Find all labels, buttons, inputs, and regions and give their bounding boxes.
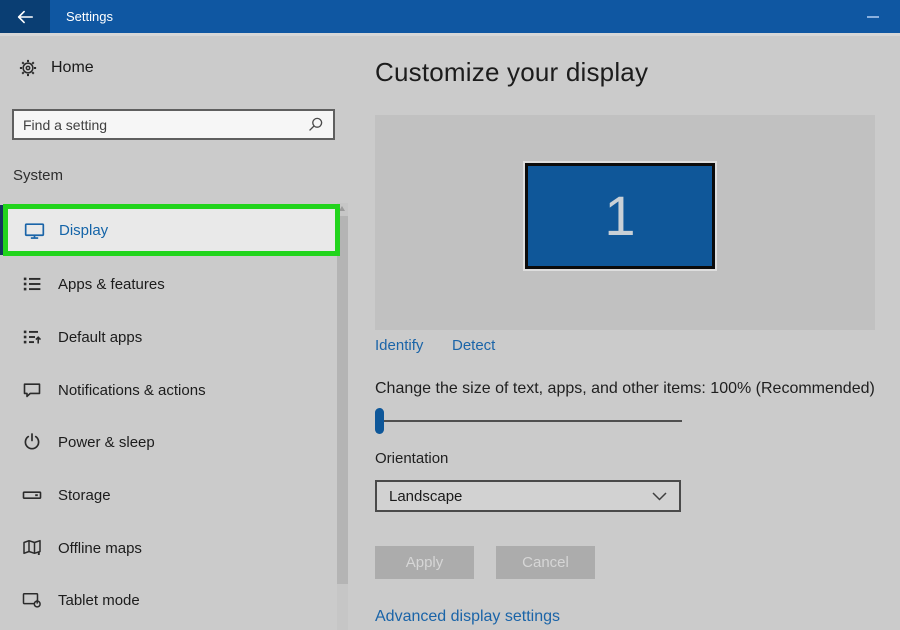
cancel-button[interactable]: Cancel [496,546,595,579]
tablet-mode-icon [22,590,42,610]
identify-link[interactable]: Identify [375,337,423,354]
power-icon [22,432,42,452]
gear-icon [19,59,37,77]
window-title: Settings [66,9,113,24]
orientation-label: Orientation [375,450,449,467]
search-input[interactable] [23,116,307,133]
search-box[interactable] [12,109,335,140]
back-button[interactable] [0,0,50,33]
advanced-display-settings-link[interactable]: Advanced display settings [375,608,560,626]
sidebar-item-apps-features[interactable]: Apps & features [0,259,336,309]
sidebar-item-label: Tablet mode [58,591,140,609]
sidebar-item-home[interactable]: Home [19,59,94,77]
sidebar-item-power-sleep[interactable]: Power & sleep [0,417,336,467]
sidebar-scrollbar[interactable] [337,203,348,630]
sidebar-item-label: Power & sleep [58,433,155,451]
sidebar-item-offline-maps[interactable]: Offline maps [0,523,336,573]
detect-link[interactable]: Detect [452,337,495,354]
section-header-system: System [13,167,64,184]
apps-features-icon [22,274,42,294]
monitor-number: 1 [604,184,636,247]
sidebar-item-label: Display [59,221,109,239]
sidebar: Home System Display Apps & [0,33,352,630]
orientation-value: Landscape [389,487,463,505]
selected-accent-bar [0,205,7,255]
sidebar-scrollbar-thumb[interactable] [337,216,348,584]
sidebar-item-label: Notifications & actions [58,381,206,399]
orientation-dropdown[interactable]: Landscape [375,480,681,512]
sidebar-item-default-apps[interactable]: Default apps [0,312,336,362]
storage-icon [22,485,42,505]
sidebar-item-tablet-mode[interactable]: Tablet mode [0,575,336,625]
sidebar-item-label: Offline maps [58,539,142,557]
scrollbar-up-arrow-icon [339,206,345,211]
sidebar-item-label: Default apps [58,328,143,346]
sidebar-item-label: Storage [58,486,111,504]
display-icon [24,220,45,241]
chevron-down-icon [652,491,667,501]
sidebar-item-display[interactable]: Display [0,205,340,255]
sidebar-item-label: Apps & features [58,275,165,293]
titlebar: Settings [0,0,900,33]
offline-maps-icon [22,538,42,558]
home-label: Home [51,59,94,76]
minimize-button[interactable] [852,0,894,33]
default-apps-icon [22,327,42,347]
display-preview-panel: 1 [375,115,875,330]
back-arrow-icon [16,9,34,25]
minimize-icon [867,15,879,18]
notifications-icon [22,380,42,400]
scale-slider-thumb[interactable] [375,408,384,434]
sidebar-item-storage[interactable]: Storage [0,470,336,520]
search-icon[interactable] [307,116,324,133]
apply-button[interactable]: Apply [375,546,474,579]
main-content: Customize your display 1 Identify Detect… [375,33,900,630]
monitor-preview[interactable]: 1 [523,161,717,271]
page-title: Customize your display [375,57,649,87]
scale-label: Change the size of text, apps, and other… [375,380,875,397]
scale-slider-track[interactable] [375,420,682,422]
sidebar-item-notifications[interactable]: Notifications & actions [0,365,336,415]
